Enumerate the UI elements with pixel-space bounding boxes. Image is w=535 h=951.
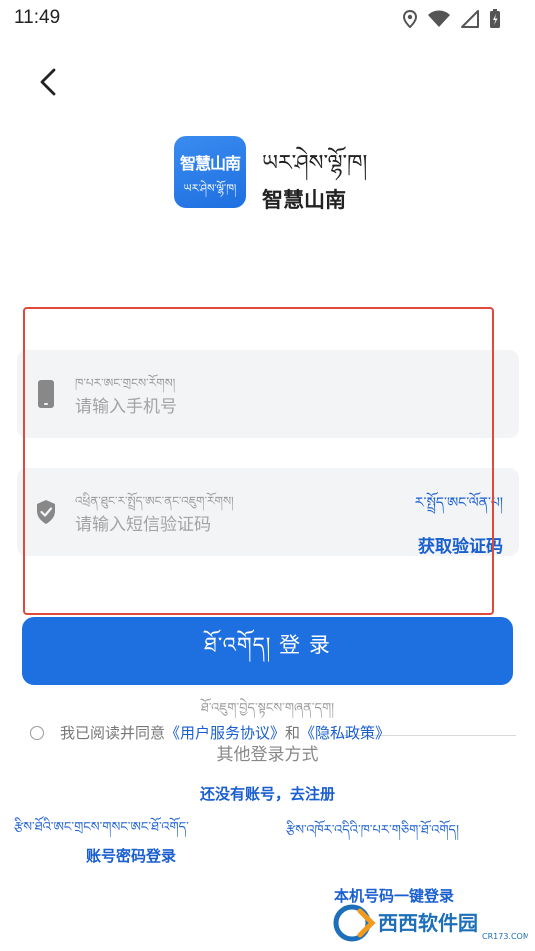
agreement-checkbox[interactable] <box>30 725 44 740</box>
phone-field[interactable]: ཁ་པར་ཨང་གྲངས་རོགས། <box>17 350 519 438</box>
verification-code-input[interactable] <box>75 512 375 538</box>
watermark-brand: 西西软件园 <box>378 911 478 935</box>
agreement-and: 和 <box>285 724 301 742</box>
status-time: 11:49 <box>14 7 61 28</box>
app-name: 智慧山南 <box>262 188 346 212</box>
agreement-prefix: 我已阅读并同意 <box>60 724 166 742</box>
other-login-label: 其他登录方式 <box>216 745 319 765</box>
onekey-login-tibetan[interactable]: རྩིས་འཁོར་འདིའི་ཁ་པར་གཅིག་ཐོ་འགོད། <box>286 812 486 850</box>
user-agreement-link[interactable]: 《用户服务协议》 <box>165 722 285 743</box>
login-button[interactable]: ཐོ་འགོད། 登 录 <box>22 617 513 685</box>
watermark-logo: 西西软件园 CR173.COM <box>333 904 528 942</box>
status-bar: 11:49 <box>0 0 535 36</box>
back-button[interactable] <box>30 64 66 100</box>
privacy-policy-link[interactable]: 《隐私政策》 <box>300 722 390 743</box>
password-login-tibetan[interactable]: རྩིས་ཐོའི་ཨང་གྲངས་གསང་ཨང་ཐོ་འགོད་ <box>14 812 189 849</box>
logo-text: 智慧山南 <box>179 154 241 173</box>
chevron-left-icon <box>40 68 56 96</box>
shield-check-icon <box>37 500 55 524</box>
verification-code-field[interactable]: འཕྲིན་ཐུང་ར་སྤྲོད་ཨང་ནང་འཇུག་རོགས། ར་སྤྲ… <box>17 468 519 557</box>
get-code-label: 获取验证码 <box>418 537 503 557</box>
register-link[interactable]: 还没有账号，去注册 <box>0 783 535 804</box>
battery-icon <box>490 9 500 28</box>
app-logo: 智慧山南 ཡར་ཤེས་ལྷོ་ཁ། <box>174 136 246 208</box>
status-icons <box>403 9 501 29</box>
agreement-row: 我已阅读并同意 《用户服务协议》 和 《隐私政策》 <box>30 722 390 743</box>
wifi-icon <box>428 10 450 27</box>
logo-tibetan-text: ཡར་ཤེས་ལྷོ་ཁ། <box>183 182 237 195</box>
location-icon <box>403 10 417 28</box>
get-code-button[interactable]: ར་སྤྲོད་ཨང་ལོན་པ། 获取验证码 <box>415 486 503 557</box>
get-code-tibetan-label: ར་སྤྲོད་ཨང་ལོན་པ། <box>414 495 503 511</box>
phone-input[interactable] <box>75 394 375 420</box>
cellular-icon <box>461 10 479 28</box>
watermark-site: CR173.COM <box>482 932 528 941</box>
password-login-link[interactable]: 账号密码登录 <box>86 845 176 866</box>
phone-icon <box>38 380 54 408</box>
